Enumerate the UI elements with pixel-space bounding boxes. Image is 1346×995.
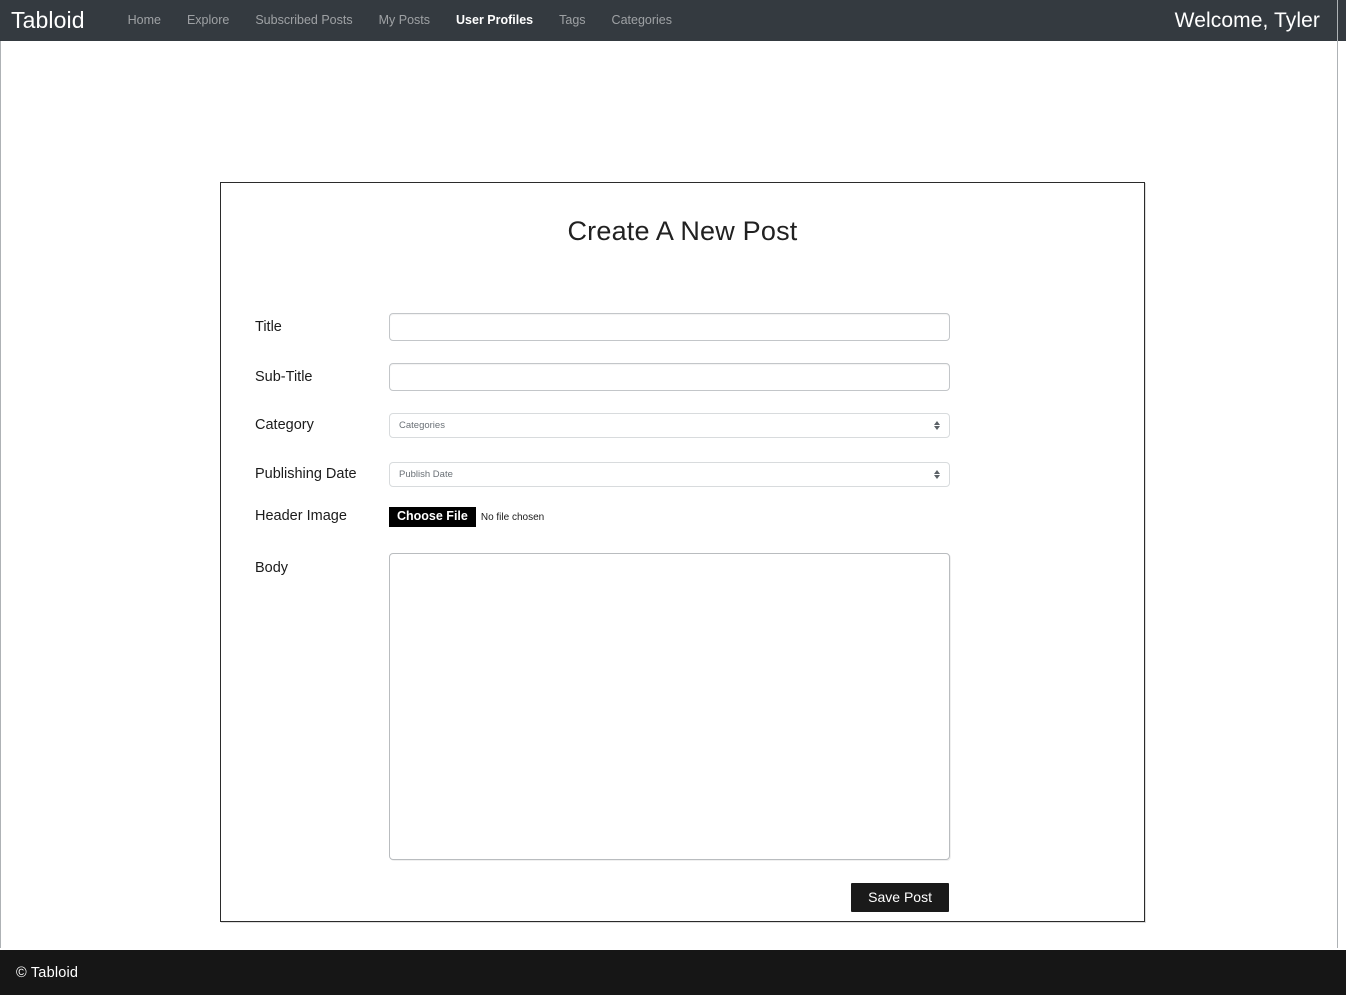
top-navbar: Tabloid Home Explore Subscribed Posts My…	[0, 0, 1346, 41]
create-post-card: Create A New Post Title Sub-Title Catego…	[220, 182, 1145, 922]
publishing-date-select[interactable]: Publish Date	[389, 462, 950, 487]
file-status-text: No file chosen	[480, 511, 545, 523]
footer-copyright: © Tabloid	[16, 964, 79, 981]
publishing-date-label: Publishing Date	[255, 466, 357, 482]
form-row-category: Category Categories	[221, 413, 1146, 438]
form-row-header-image: Header Image Choose File No file chosen	[221, 506, 1146, 528]
choose-file-button[interactable]: Choose File	[389, 506, 476, 528]
page-body: Create A New Post Title Sub-Title Catego…	[0, 41, 1346, 948]
subtitle-input[interactable]	[389, 363, 950, 391]
form-row-body: Body	[221, 553, 1146, 860]
save-post-button[interactable]: Save Post	[851, 883, 949, 913]
chevron-updown-icon	[932, 469, 941, 481]
category-field-col: Categories	[389, 413, 950, 438]
create-post-form: Title Sub-Title Category Categories Publ…	[221, 313, 1146, 860]
title-field-col	[389, 313, 950, 341]
title-label: Title	[255, 319, 282, 335]
subtitle-field-col	[389, 363, 950, 391]
nav-link-tags[interactable]: Tags	[546, 14, 598, 27]
nav-link-subscribed-posts[interactable]: Subscribed Posts	[242, 14, 365, 27]
nav-link-explore[interactable]: Explore	[174, 14, 242, 27]
body-label: Body	[255, 560, 289, 576]
category-select-value: Categories	[399, 420, 445, 431]
save-row: Save Post	[221, 883, 1146, 913]
page-root: Tabloid Home Explore Subscribed Posts My…	[0, 0, 1346, 995]
header-image-label: Header Image	[255, 508, 347, 524]
chevron-updown-icon	[932, 420, 941, 432]
file-input[interactable]: Choose File No file chosen	[389, 506, 950, 528]
nav-links: Home Explore Subscribed Posts My Posts U…	[115, 14, 685, 27]
brand-logo[interactable]: Tabloid	[11, 9, 85, 32]
header-image-field-col: Choose File No file chosen	[389, 506, 950, 528]
category-select[interactable]: Categories	[389, 413, 950, 438]
form-row-title: Title	[221, 313, 1146, 341]
nav-link-home[interactable]: Home	[115, 14, 174, 27]
title-input[interactable]	[389, 313, 950, 341]
welcome-message: Welcome, Tyler	[1174, 8, 1320, 32]
nav-link-my-posts[interactable]: My Posts	[366, 14, 443, 27]
publishing-date-field-col: Publish Date	[389, 462, 950, 487]
form-row-subtitle: Sub-Title	[221, 363, 1146, 391]
viewport-edge-rule	[1337, 0, 1338, 948]
publishing-date-select-value: Publish Date	[399, 469, 453, 480]
nav-link-user-profiles[interactable]: User Profiles	[443, 14, 546, 27]
body-field-col	[389, 553, 950, 860]
page-title: Create A New Post	[567, 216, 798, 246]
site-footer: © Tabloid	[0, 950, 1346, 995]
category-label: Category	[255, 417, 314, 433]
subtitle-label: Sub-Title	[255, 369, 313, 385]
nav-link-categories[interactable]: Categories	[599, 14, 685, 27]
body-textarea[interactable]	[389, 553, 950, 860]
form-row-publishing-date: Publishing Date Publish Date	[221, 462, 1146, 487]
